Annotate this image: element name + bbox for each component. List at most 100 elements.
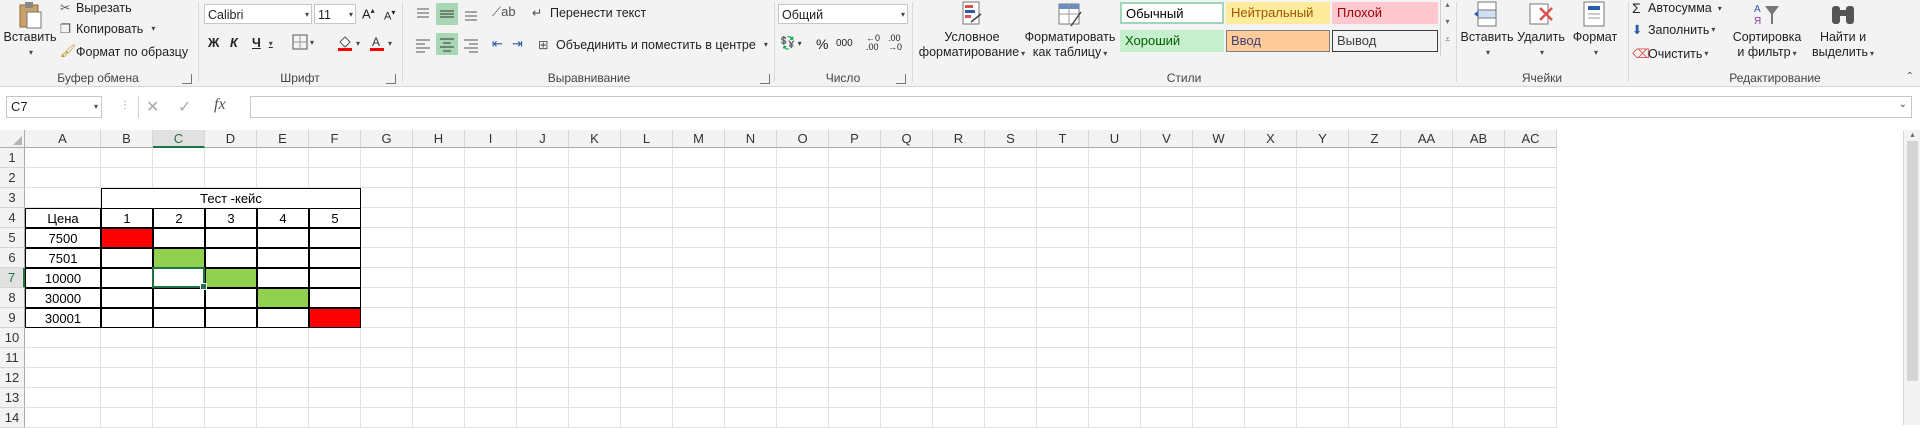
- chevron-down-icon[interactable]: ▾: [269, 39, 273, 48]
- cell-P6[interactable]: [829, 248, 881, 268]
- cell-Q3[interactable]: [881, 188, 933, 208]
- cell-Y1[interactable]: [1297, 148, 1349, 168]
- decrease-decimal-button[interactable]: .00 →0: [888, 34, 902, 52]
- cell-P9[interactable]: [829, 308, 881, 328]
- cell-L5[interactable]: [621, 228, 673, 248]
- decrease-indent-button[interactable]: ⇤: [492, 36, 510, 54]
- cell-J2[interactable]: [517, 168, 569, 188]
- cell-X8[interactable]: [1245, 288, 1297, 308]
- cell-AB12[interactable]: [1453, 368, 1505, 388]
- cell-C1[interactable]: [153, 148, 205, 168]
- cell-K10[interactable]: [569, 328, 621, 348]
- cell-T11[interactable]: [1037, 348, 1089, 368]
- column-header[interactable]: AA: [1401, 130, 1453, 148]
- column-header[interactable]: N: [725, 130, 777, 148]
- align-center-button[interactable]: [436, 33, 458, 55]
- row-header[interactable]: 6: [0, 248, 25, 268]
- cell-B7[interactable]: [101, 268, 153, 288]
- align-top-button[interactable]: [414, 5, 432, 23]
- cell-D1[interactable]: [205, 148, 257, 168]
- cell-AB8[interactable]: [1453, 288, 1505, 308]
- cell-A2[interactable]: [25, 168, 101, 188]
- cell-G10[interactable]: [361, 328, 413, 348]
- cell-E10[interactable]: [257, 328, 309, 348]
- cell-W13[interactable]: [1193, 388, 1245, 408]
- cell-C14[interactable]: [153, 408, 205, 428]
- cell-W3[interactable]: [1193, 188, 1245, 208]
- cell-J10[interactable]: [517, 328, 569, 348]
- cell-C7[interactable]: [153, 268, 205, 288]
- cell-V9[interactable]: [1141, 308, 1193, 328]
- cell-AB5[interactable]: [1453, 228, 1505, 248]
- cell-M8[interactable]: [673, 288, 725, 308]
- cell-M13[interactable]: [673, 388, 725, 408]
- gallery-more-icon[interactable]: ⩡: [1441, 34, 1454, 45]
- chevron-down-icon[interactable]: ▾: [764, 40, 768, 49]
- cell-K11[interactable]: [569, 348, 621, 368]
- cell-J14[interactable]: [517, 408, 569, 428]
- cell-AB7[interactable]: [1453, 268, 1505, 288]
- cell-F5[interactable]: [309, 228, 361, 248]
- scrollbar-thumb[interactable]: [1907, 141, 1918, 381]
- cell-Q2[interactable]: [881, 168, 933, 188]
- cell-W10[interactable]: [1193, 328, 1245, 348]
- cell-R11[interactable]: [933, 348, 985, 368]
- gallery-scroll[interactable]: ▴ ▾ ⩡: [1440, 0, 1454, 56]
- column-header[interactable]: AB: [1453, 130, 1505, 148]
- cell-Y14[interactable]: [1297, 408, 1349, 428]
- cell-V8[interactable]: [1141, 288, 1193, 308]
- insert-cells-button[interactable]: Вставить ▾: [1460, 0, 1514, 60]
- cell-K3[interactable]: [569, 188, 621, 208]
- cell-W4[interactable]: [1193, 208, 1245, 228]
- cell-Q12[interactable]: [881, 368, 933, 388]
- cell-P4[interactable]: [829, 208, 881, 228]
- cell-style-swatch[interactable]: Вывод: [1332, 30, 1438, 52]
- cell-C12[interactable]: [153, 368, 205, 388]
- cell-C2[interactable]: [153, 168, 205, 188]
- cell-AC5[interactable]: [1505, 228, 1557, 248]
- cell-X5[interactable]: [1245, 228, 1297, 248]
- cell-T10[interactable]: [1037, 328, 1089, 348]
- cell-A12[interactable]: [25, 368, 101, 388]
- column-header[interactable]: S: [985, 130, 1037, 148]
- cell-K14[interactable]: [569, 408, 621, 428]
- cell-I13[interactable]: [465, 388, 517, 408]
- cell-I12[interactable]: [465, 368, 517, 388]
- chevron-down-icon[interactable]: ▾: [151, 24, 155, 33]
- align-bottom-button[interactable]: [462, 5, 480, 23]
- cell-C10[interactable]: [153, 328, 205, 348]
- cell-Z10[interactable]: [1349, 328, 1401, 348]
- column-header[interactable]: J: [517, 130, 569, 148]
- cell-D12[interactable]: [205, 368, 257, 388]
- bold-button[interactable]: Ж: [208, 36, 219, 50]
- cell-Q13[interactable]: [881, 388, 933, 408]
- column-header[interactable]: W: [1193, 130, 1245, 148]
- dialog-launcher-icon[interactable]: [760, 74, 770, 84]
- cell-X13[interactable]: [1245, 388, 1297, 408]
- insert-function-button[interactable]: fx: [214, 96, 226, 114]
- scroll-up-icon[interactable]: ▴: [1904, 130, 1920, 139]
- cell-X11[interactable]: [1245, 348, 1297, 368]
- cell-H10[interactable]: [413, 328, 465, 348]
- cell-AB3[interactable]: [1453, 188, 1505, 208]
- cell-K1[interactable]: [569, 148, 621, 168]
- cell-Z14[interactable]: [1349, 408, 1401, 428]
- cell-B5[interactable]: [101, 228, 153, 248]
- cancel-icon[interactable]: ✕: [146, 97, 159, 117]
- scroll-down-icon[interactable]: ▾: [1441, 17, 1454, 26]
- cell-T5[interactable]: [1037, 228, 1089, 248]
- cell-U2[interactable]: [1089, 168, 1141, 188]
- autosum-button[interactable]: Σ Автосумма ▾: [1632, 0, 1722, 16]
- cell-E13[interactable]: [257, 388, 309, 408]
- vertical-scrollbar[interactable]: ▴: [1903, 130, 1920, 425]
- cell-I14[interactable]: [465, 408, 517, 428]
- cell-AA12[interactable]: [1401, 368, 1453, 388]
- cell-N11[interactable]: [725, 348, 777, 368]
- cell-B8[interactable]: [101, 288, 153, 308]
- cell-T2[interactable]: [1037, 168, 1089, 188]
- cell-F13[interactable]: [309, 388, 361, 408]
- column-header[interactable]: A: [25, 130, 101, 148]
- row-header[interactable]: 1: [0, 148, 25, 168]
- cell-C13[interactable]: [153, 388, 205, 408]
- row-header[interactable]: 8: [0, 288, 25, 308]
